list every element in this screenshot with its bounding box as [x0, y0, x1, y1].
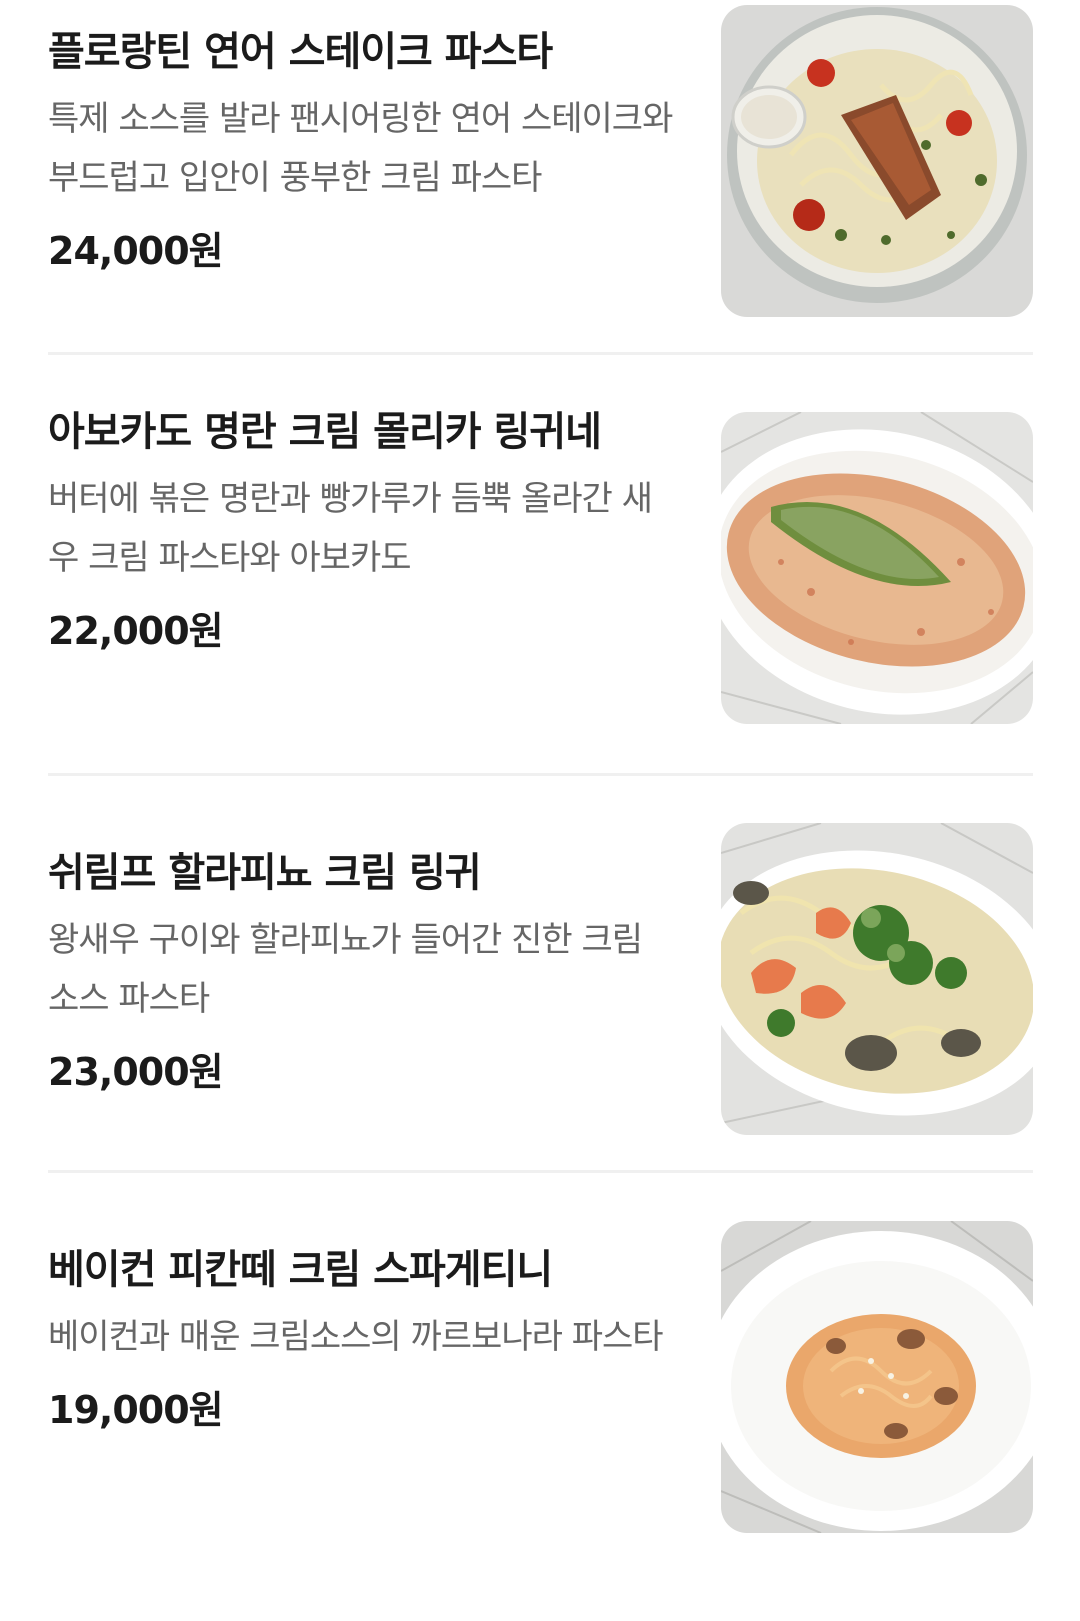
- menu-item-photo[interactable]: [721, 412, 1033, 724]
- menu-item-name: 쉬림프 할라피뇨 크림 링귀: [48, 850, 482, 896]
- menu-item[interactable]: 베이컨 피칸떼 크림 스파게티니 베이컨과 매운 크림소스의 까르보나라 파스타…: [48, 1221, 1033, 1552]
- menu-item-text: 플로랑틴 연어 스테이크 파스타 특제 소스를 발라 팬시어링한 연어 스테이크…: [48, 22, 678, 276]
- menu-item-description: 베이컨과 매운 크림소스의 까르보나라 파스타: [48, 1317, 664, 1357]
- menu-item-price: 19,000원: [48, 1388, 224, 1432]
- divider: [48, 773, 1033, 776]
- menu-item-photo[interactable]: [721, 823, 1033, 1135]
- menu-item-description: 특제 소스를 발라 팬시어링한 연어 스테이크와 부드럽고 입안이 풍부한 크림…: [48, 99, 673, 198]
- menu-item-name: 플로랑틴 연어 스테이크 파스타: [48, 29, 553, 75]
- menu-item-photo[interactable]: [721, 5, 1033, 317]
- menu-item[interactable]: 쉬림프 할라피뇨 크림 링귀 왕새우 구이와 할라피뇨가 들어간 진한 크림 소…: [48, 823, 1033, 1135]
- menu-item-price: 24,000원: [48, 229, 224, 273]
- menu-item-name: 아보카도 명란 크림 몰리카 링귀네: [48, 409, 602, 455]
- menu-item-text: 베이컨 피칸떼 크림 스파게티니 베이컨과 매운 크림소스의 까르보나라 파스타…: [48, 1240, 678, 1435]
- menu-item-description: 왕새우 구이와 할라피뇨가 들어간 진한 크림 소스 파스타: [48, 920, 643, 1019]
- bacon-piccante-spaghettini-photo: [721, 1221, 1033, 1533]
- salmon-steak-pasta-photo: [721, 5, 1033, 317]
- menu-item[interactable]: 아보카도 명란 크림 몰리카 링귀네 버터에 볶은 명란과 빵가루가 듬뿍 올라…: [48, 402, 1033, 724]
- menu-item-price: 23,000원: [48, 1050, 224, 1094]
- menu-item-price: 22,000원: [48, 609, 224, 653]
- menu-item[interactable]: 플로랑틴 연어 스테이크 파스타 특제 소스를 발라 팬시어링한 연어 스테이크…: [48, 5, 1033, 317]
- divider: [48, 352, 1033, 355]
- shrimp-jalapeno-linguine-photo: [721, 823, 1033, 1135]
- menu-item-photo[interactable]: [721, 1221, 1033, 1533]
- menu-item-description: 버터에 볶은 명란과 빵가루가 듬뿍 올라간 새우 크림 파스타와 아보카도: [48, 479, 653, 578]
- avocado-mentaiko-linguine-photo: [721, 412, 1033, 724]
- divider: [48, 1170, 1033, 1173]
- menu-item-text: 쉬림프 할라피뇨 크림 링귀 왕새우 구이와 할라피뇨가 들어간 진한 크림 소…: [48, 843, 678, 1097]
- menu-item-text: 아보카도 명란 크림 몰리카 링귀네 버터에 볶은 명란과 빵가루가 듬뿍 올라…: [48, 402, 678, 656]
- menu-item-name: 베이컨 피칸떼 크림 스파게티니: [48, 1247, 553, 1293]
